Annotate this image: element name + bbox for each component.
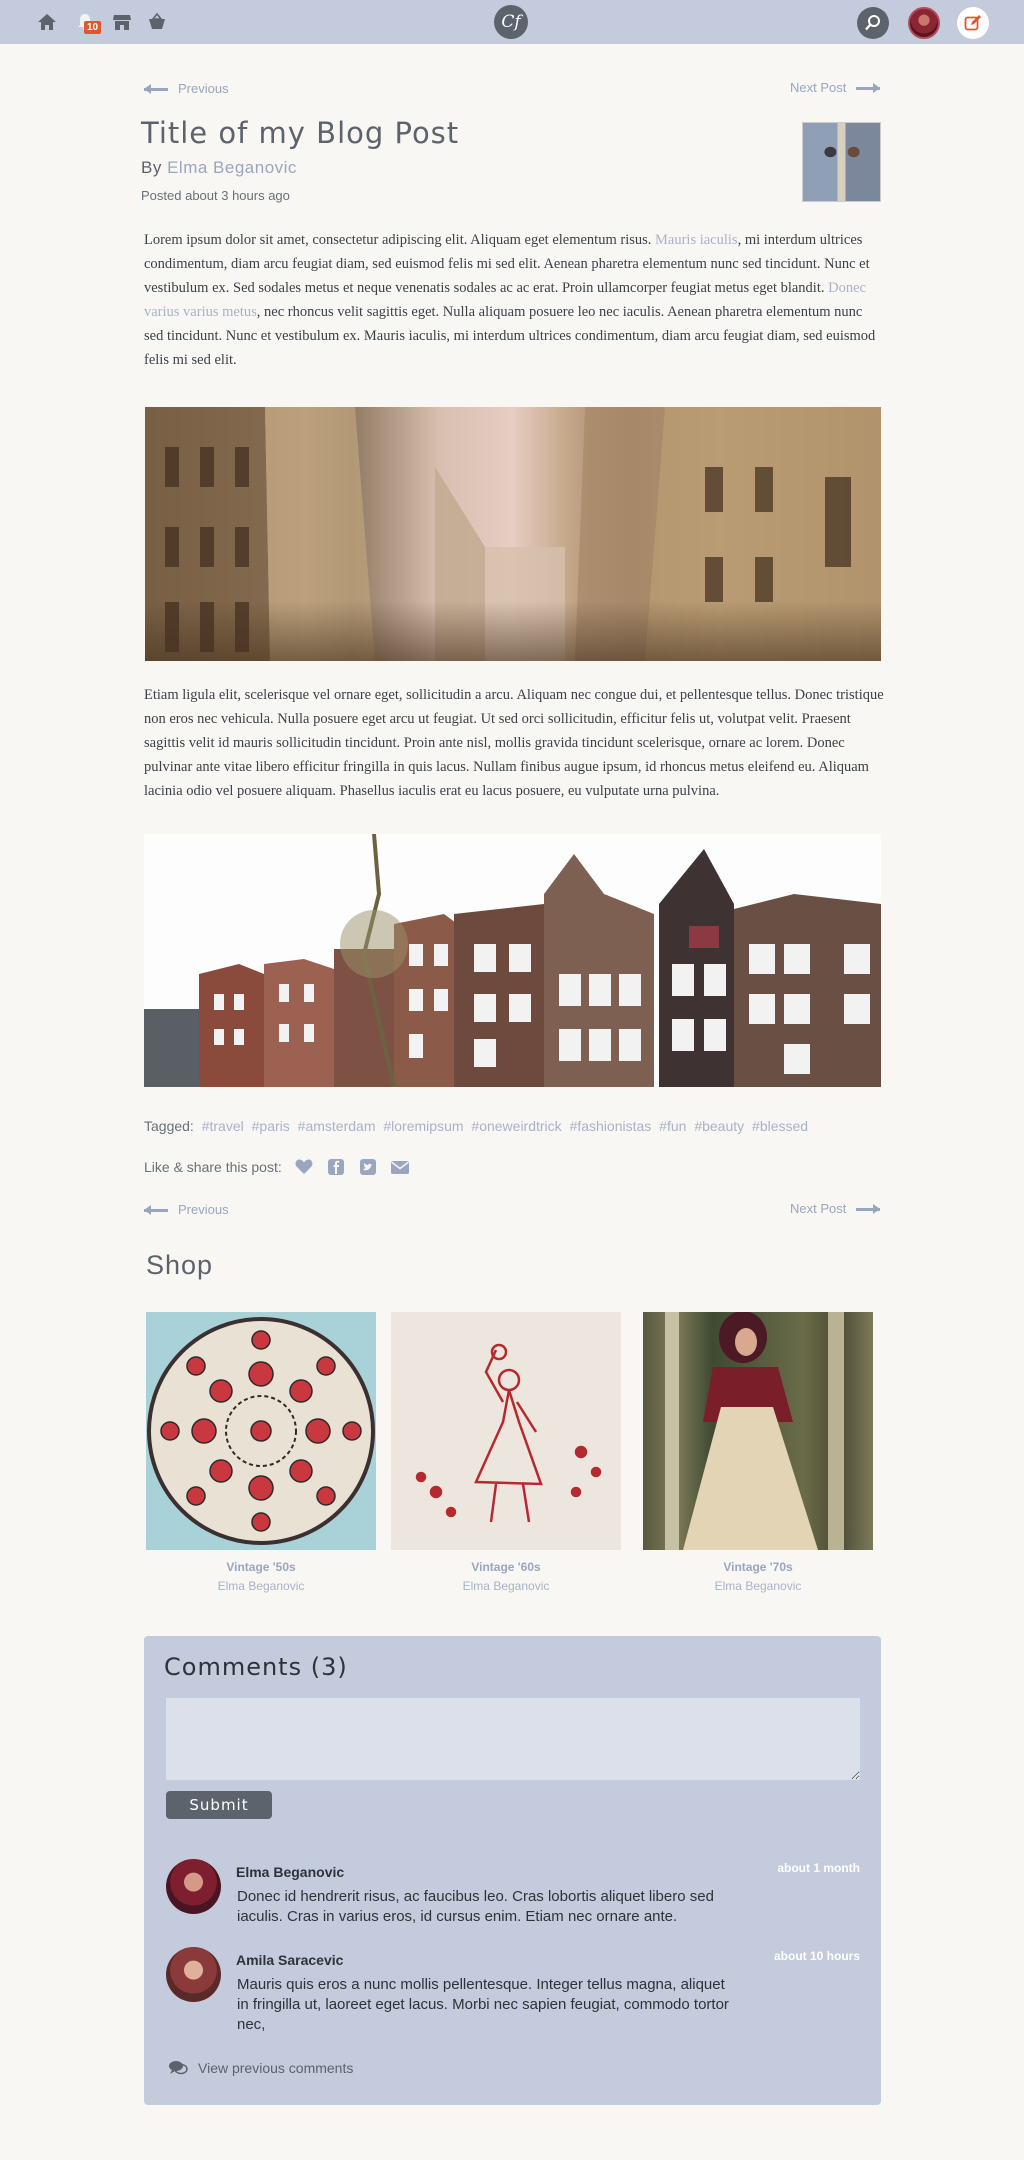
home-icon[interactable] xyxy=(36,11,58,33)
submit-comment-button[interactable]: Submit xyxy=(166,1791,272,1819)
notification-badge: 10 xyxy=(84,21,102,34)
facebook-icon[interactable] xyxy=(326,1157,346,1177)
search-button[interactable] xyxy=(857,7,889,39)
shop-item-image[interactable] xyxy=(643,1312,873,1550)
post-title: Title of my Blog Post xyxy=(141,116,460,150)
user-avatar[interactable] xyxy=(908,7,940,39)
byline: By Elma Beganovic xyxy=(141,158,297,177)
arrow-right-icon xyxy=(856,82,881,93)
comments-section: Comments (3) Submit Elma Beganovic about… xyxy=(144,1636,881,2105)
tag-link[interactable]: #amsterdam xyxy=(298,1118,376,1134)
arrow-left-icon xyxy=(144,1204,168,1215)
tag-link[interactable]: #fun xyxy=(659,1118,686,1134)
amsterdam-houses-photo xyxy=(144,834,881,1087)
compose-icon xyxy=(964,15,981,31)
comment-time: about 1 month xyxy=(777,1861,860,1875)
commenter-avatar[interactable] xyxy=(166,1947,221,2002)
tag-link[interactable]: #travel xyxy=(202,1118,244,1134)
comment-time: about 10 hours xyxy=(773,1949,860,1963)
mail-icon[interactable] xyxy=(390,1157,410,1177)
previous-post-link-bottom[interactable]: Previous xyxy=(144,1202,229,1217)
next-post-link-bottom[interactable]: Next Post xyxy=(790,1201,881,1216)
arrow-right-icon xyxy=(856,1203,881,1214)
shop-item[interactable]: Vintage '60s Elma Beganovic xyxy=(391,1312,621,1593)
comment-input[interactable] xyxy=(166,1698,860,1780)
comment-author[interactable]: Amila Saracevic xyxy=(236,1952,343,1968)
shop-heading: Shop xyxy=(146,1250,214,1280)
store-icon[interactable] xyxy=(111,11,133,33)
tag-link[interactable]: #blessed xyxy=(752,1118,808,1134)
commenter-avatar[interactable] xyxy=(166,1859,221,1914)
paris-street-photo xyxy=(145,407,881,661)
comments-icon xyxy=(169,2061,188,2075)
tag-link[interactable]: #fashionistas xyxy=(570,1118,652,1134)
top-navigation-bar: 10 Cf xyxy=(0,0,1024,44)
previous-post-link[interactable]: Previous xyxy=(144,81,229,96)
post-timestamp: Posted about 3 hours ago xyxy=(141,188,290,203)
tag-link[interactable]: #paris xyxy=(252,1118,290,1134)
compose-button[interactable] xyxy=(957,7,989,39)
shop-item[interactable]: Vintage '70s Elma Beganovic xyxy=(643,1312,873,1593)
shop-item-image[interactable] xyxy=(146,1312,376,1550)
post-tags: Tagged: #travel #paris #amsterdam #lorem… xyxy=(144,1118,809,1134)
author-link[interactable]: Elma Beganovic xyxy=(167,158,297,177)
basket-icon[interactable] xyxy=(146,11,168,33)
next-post-link[interactable]: Next Post xyxy=(790,80,881,95)
comment-text: Donec id hendrerit risus, ac faucibus le… xyxy=(237,1888,714,1925)
tag-link[interactable]: #beauty xyxy=(694,1118,744,1134)
inline-link[interactable]: Mauris iaculis xyxy=(655,232,738,248)
comment-text: Mauris quis eros a nunc mollis pellentes… xyxy=(237,1976,729,2033)
heart-icon[interactable] xyxy=(294,1157,314,1177)
tag-link[interactable]: #oneweirdtrick xyxy=(471,1118,561,1134)
arrow-left-icon xyxy=(144,83,168,94)
post-paragraph-2: Etiam ligula elit, scelerisque vel ornar… xyxy=(144,687,884,799)
author-thumbnail[interactable] xyxy=(802,122,881,202)
twitter-icon[interactable] xyxy=(358,1157,378,1177)
comment-author[interactable]: Elma Beganovic xyxy=(236,1864,344,1880)
tag-link[interactable]: #loremipsum xyxy=(383,1118,463,1134)
site-logo[interactable]: Cf xyxy=(494,5,528,39)
post-paragraph-1: Lorem ipsum dolor sit amet, consectetur … xyxy=(144,232,876,368)
share-bar: Like & share this post: xyxy=(144,1157,410,1177)
view-previous-comments-link[interactable]: View previous comments xyxy=(168,2060,353,2076)
shop-item-image[interactable] xyxy=(391,1312,621,1550)
shop-item[interactable]: Vintage '50s Elma Beganovic xyxy=(146,1312,376,1593)
comments-heading: Comments (3) xyxy=(164,1653,348,1681)
search-icon xyxy=(865,15,880,31)
